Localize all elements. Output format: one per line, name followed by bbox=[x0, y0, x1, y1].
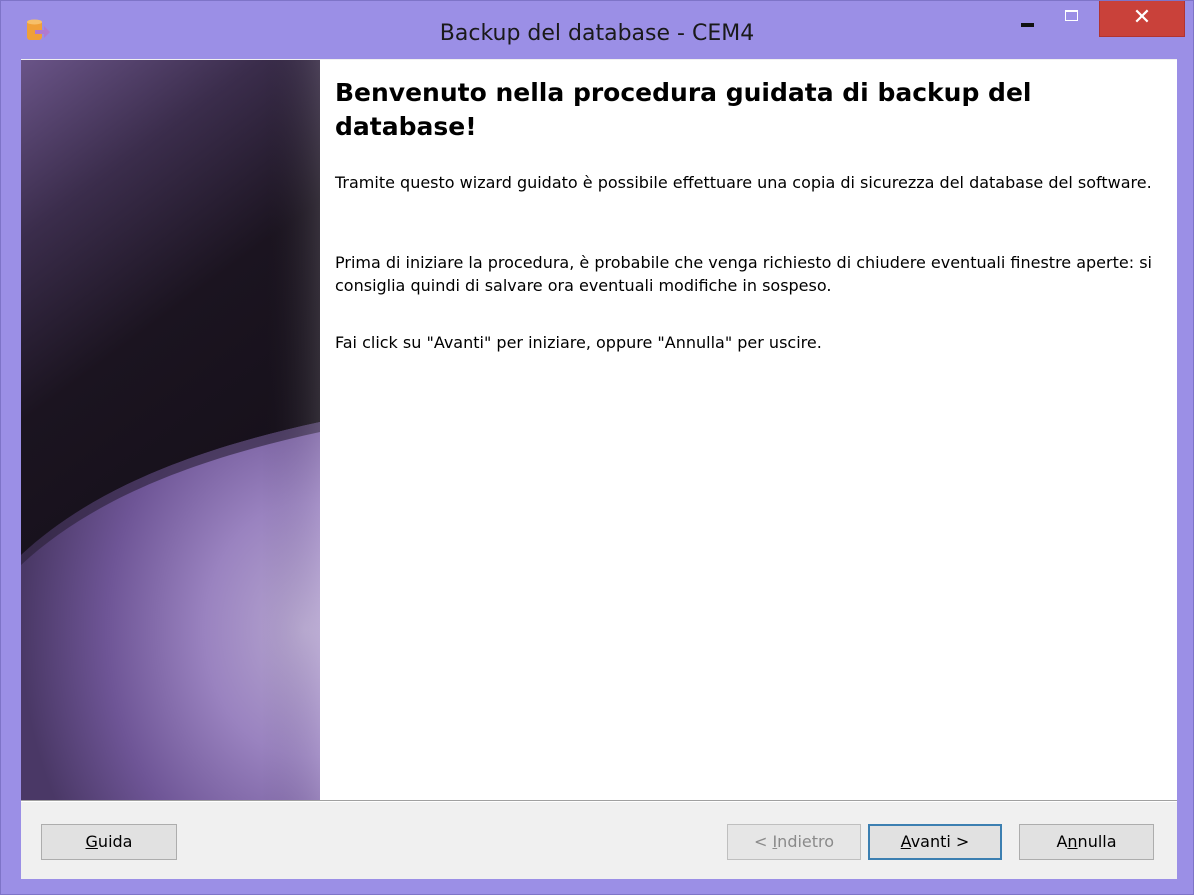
back-button[interactable]: < Indietro bbox=[727, 824, 861, 860]
minimize-icon bbox=[1021, 23, 1034, 27]
help-button[interactable]: Guida bbox=[41, 824, 177, 860]
warning-paragraph: Prima di iniziare la procedura, è probab… bbox=[335, 253, 1152, 295]
cancel-button[interactable]: Annulla bbox=[1019, 824, 1154, 860]
instruction-paragraph: Fai click su "Avanti" per iniziare, oppu… bbox=[335, 333, 822, 352]
footer-divider bbox=[21, 800, 1177, 802]
maximize-button[interactable] bbox=[1053, 1, 1093, 39]
next-button[interactable]: Avanti > bbox=[868, 824, 1002, 860]
minimize-button[interactable] bbox=[1007, 1, 1049, 39]
maximize-icon bbox=[1065, 10, 1078, 21]
wizard-sidebar-image bbox=[21, 60, 320, 800]
page-title: Benvenuto nella procedura guidata di bac… bbox=[335, 78, 1032, 141]
close-icon: ✕ bbox=[1132, 5, 1152, 30]
wizard-window: Backup del database - CEM4 ✕ Benvenuto n… bbox=[0, 0, 1194, 895]
close-button[interactable]: ✕ bbox=[1099, 1, 1185, 37]
wizard-client-area: Benvenuto nella procedura guidata di bac… bbox=[21, 59, 1177, 879]
wizard-content-panel: Benvenuto nella procedura guidata di bac… bbox=[320, 60, 1177, 800]
title-bar[interactable]: Backup del database - CEM4 ✕ bbox=[1, 1, 1193, 59]
description-paragraph: Tramite questo wizard guidato è possibil… bbox=[335, 173, 1152, 192]
